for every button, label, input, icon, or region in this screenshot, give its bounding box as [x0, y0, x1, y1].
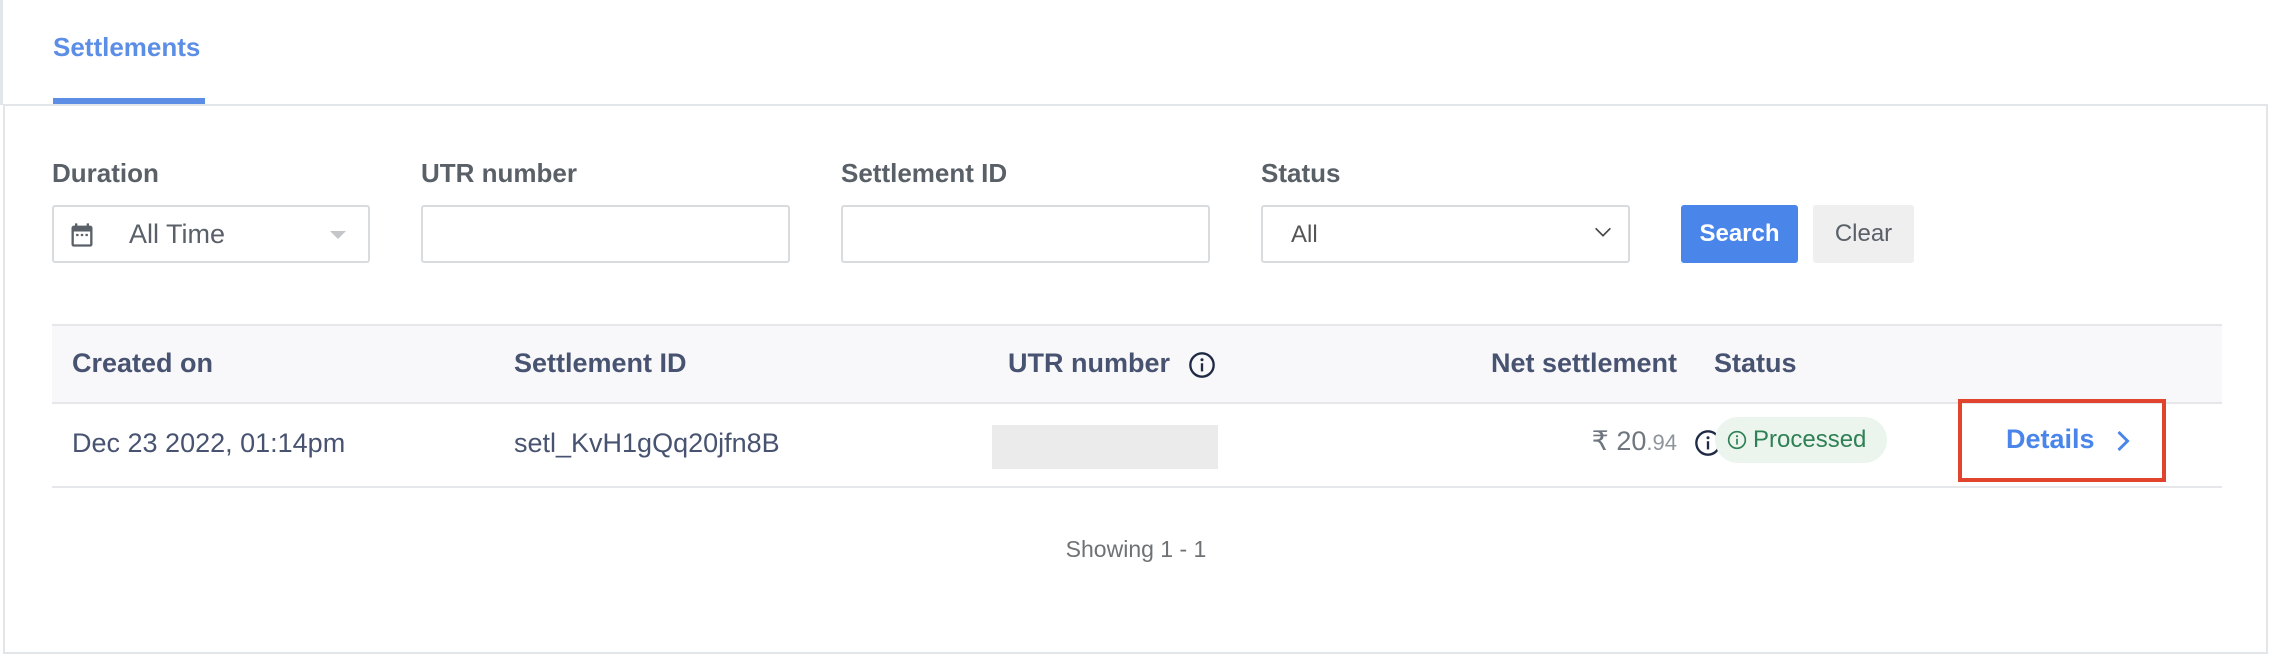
- chevron-down-icon: [1595, 227, 1611, 237]
- duration-label: Duration: [52, 158, 159, 188]
- utr-input[interactable]: [421, 205, 790, 263]
- utr-label: UTR number: [421, 158, 577, 188]
- settlement-id-label: Settlement ID: [841, 158, 1008, 188]
- settlement-id-cell: setl_KvH1gQq20jfn8B: [514, 428, 780, 458]
- chevron-right-icon: [2117, 430, 2130, 452]
- column-status: Status: [1714, 348, 1797, 378]
- tabs-bar: Settlements: [0, 0, 2272, 105]
- clear-button[interactable]: Clear: [1813, 205, 1914, 263]
- status-select-value: All: [1291, 221, 1318, 248]
- details-label: Details: [2006, 424, 2095, 454]
- search-button[interactable]: Search: [1681, 205, 1798, 263]
- column-settlement-id: Settlement ID: [514, 348, 687, 378]
- column-utr-number: UTR number: [1008, 348, 1216, 379]
- caret-down-icon: [330, 231, 346, 239]
- currency-symbol: ₹: [1591, 426, 1609, 456]
- settlement-id-input[interactable]: [841, 205, 1210, 263]
- created-on-cell: Dec 23 2022, 01:14pm: [72, 428, 346, 458]
- column-net-settlement: Net settlement: [1490, 348, 1677, 378]
- duration-select[interactable]: All Time: [52, 205, 370, 263]
- amount-whole: 20: [1616, 426, 1647, 456]
- column-created-on: Created on: [72, 348, 214, 378]
- pagination-summary: Showing 1 - 1: [1065, 536, 1207, 562]
- status-select[interactable]: All: [1261, 205, 1630, 263]
- table-header: Created on Settlement ID UTR number Net …: [52, 324, 2222, 404]
- utr-number-redacted: [992, 425, 1218, 469]
- net-settlement-cell: ₹ 20.94: [1592, 426, 1677, 457]
- tab-settlements[interactable]: Settlements: [53, 32, 200, 63]
- info-circle-icon: [1727, 430, 1747, 450]
- status-badge: Processed: [1715, 417, 1887, 463]
- status-label: Status: [1261, 158, 1341, 188]
- status-badge-label: Processed: [1753, 426, 1867, 453]
- amount-decimal: .94: [1646, 430, 1677, 455]
- column-utr-number-label: UTR number: [1008, 348, 1170, 378]
- calendar-icon: [71, 223, 93, 247]
- info-icon[interactable]: [1188, 351, 1216, 379]
- table-row: Dec 23 2022, 01:14pm setl_KvH1gQq20jfn8B…: [52, 399, 2222, 488]
- duration-value: All Time: [129, 219, 226, 249]
- details-link[interactable]: Details: [1958, 399, 2166, 482]
